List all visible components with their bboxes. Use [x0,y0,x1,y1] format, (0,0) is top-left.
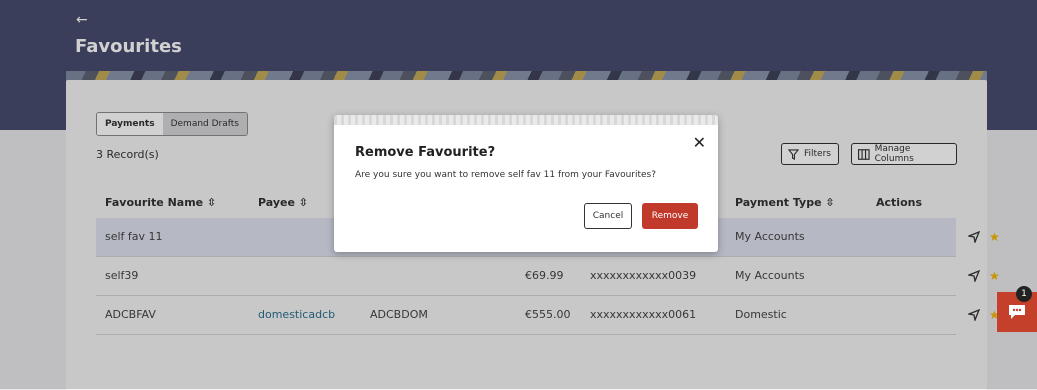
chat-icon [1009,305,1025,319]
notification-badge: 1 [1016,286,1032,302]
dialog-title: Remove Favourite? [355,145,496,160]
remove-favourite-dialog: ✕ Remove Favourite? Are you sure you wan… [334,115,718,252]
dialog-pattern-strip [334,115,718,125]
cancel-button[interactable]: Cancel [584,203,632,229]
close-icon[interactable]: ✕ [693,133,706,152]
remove-button[interactable]: Remove [642,203,698,229]
dialog-message: Are you sure you want to remove self fav… [355,170,657,180]
